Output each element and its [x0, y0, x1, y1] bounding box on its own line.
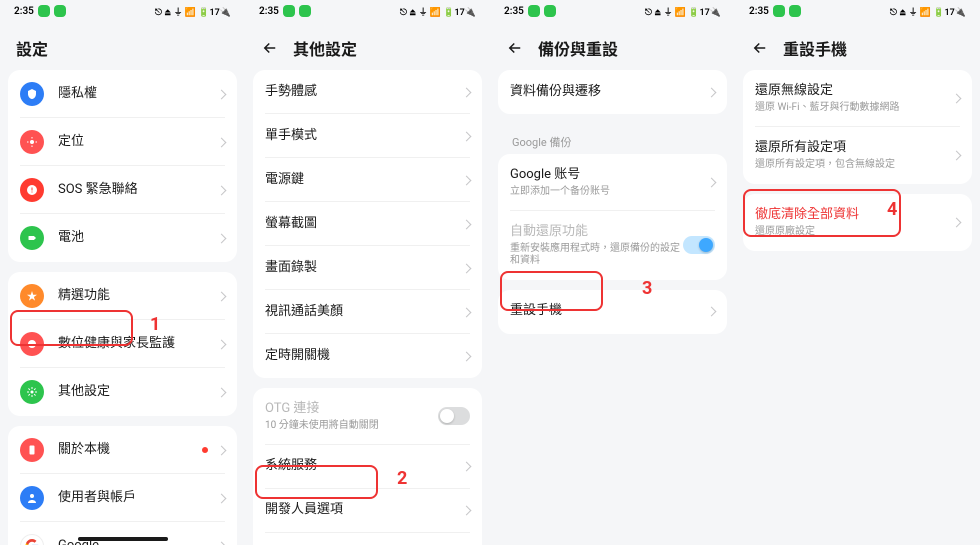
row-erase-all[interactable]: 徹底清除全部資料還原原廠設定	[743, 194, 972, 251]
row-sos[interactable]: SOS 緊急聯絡	[8, 166, 237, 214]
back-button[interactable]	[506, 39, 524, 57]
gear-icon	[20, 380, 44, 404]
row-backup-reset[interactable]: 備份與重設	[253, 533, 482, 545]
location-icon	[20, 130, 44, 154]
back-button[interactable]	[261, 39, 279, 57]
row-reset-wireless[interactable]: 還原無線設定還原 Wi-Fi、藍牙與行動數據網路	[743, 70, 972, 127]
page-title: 設定	[16, 36, 48, 60]
page-title: 其他設定	[293, 36, 357, 60]
google-icon	[20, 534, 44, 545]
row-battery[interactable]: 電池	[8, 214, 237, 262]
battery-icon	[20, 226, 44, 250]
star-icon	[20, 284, 44, 308]
row-screenrec[interactable]: 畫面錄製	[253, 246, 482, 290]
privacy-icon	[20, 82, 44, 106]
row-powerkey[interactable]: 電源鍵	[253, 158, 482, 202]
row-google-account[interactable]: Google 账号立即添加一个备份账号	[498, 154, 727, 211]
row-other-settings[interactable]: 其他設定	[8, 368, 237, 416]
row-screenshot[interactable]: 螢幕截圖	[253, 202, 482, 246]
row-otg[interactable]: OTG 連接10 分鐘未使用將自動關閉	[253, 388, 482, 445]
home-indicator[interactable]	[78, 537, 168, 541]
status-bar: 2:35 ⎋ ⏏ ⏚ 📶 🔋17🔌	[0, 0, 245, 22]
row-reset-all[interactable]: 還原所有設定項還原所有設定項，包含無線設定	[743, 127, 972, 184]
row-videobeauty[interactable]: 視訊通話美顏	[253, 290, 482, 334]
back-button[interactable]	[751, 39, 769, 57]
row-about[interactable]: 關於本機	[8, 426, 237, 474]
auto-restore-toggle[interactable]	[683, 236, 715, 254]
row-devoptions[interactable]: 開發人員選項	[253, 489, 482, 533]
phone-backup-reset: 2:35⎋ ⏏ ⏚ 📶 🔋17🔌 備份與重設 資料備份與遷移 Google 備份…	[490, 0, 735, 545]
user-icon	[20, 486, 44, 510]
row-gestures[interactable]: 手勢體感	[253, 70, 482, 114]
sos-icon	[20, 178, 44, 202]
row-schedpower[interactable]: 定時開關機	[253, 334, 482, 378]
row-featured[interactable]: 精選功能	[8, 272, 237, 320]
row-location[interactable]: 定位	[8, 118, 237, 166]
row-wellbeing[interactable]: 數位健康與家長監護	[8, 320, 237, 368]
page-title: 重設手機	[783, 36, 847, 60]
row-google[interactable]: Google	[8, 522, 237, 545]
row-auto-restore: 自動還原功能重新安裝應用程式時，還原備份的設定和資料	[498, 211, 727, 280]
phone-icon	[20, 438, 44, 462]
google-section-label: Google 備份	[498, 124, 727, 154]
row-sysservice[interactable]: 系統服務	[253, 445, 482, 489]
wellbeing-icon	[20, 332, 44, 356]
row-reset-phone[interactable]: 重設手機	[498, 290, 727, 334]
row-onehand[interactable]: 單手模式	[253, 114, 482, 158]
page-title: 備份與重設	[538, 36, 618, 60]
phone-reset: 2:35⎋ ⏏ ⏚ 📶 🔋17🔌 重設手機 還原無線設定還原 Wi-Fi、藍牙與…	[735, 0, 980, 545]
phone-settings-main: 2:35 ⎋ ⏏ ⏚ 📶 🔋17🔌 設定 隱私權 定位 SOS 緊急聯絡 電池 …	[0, 0, 245, 545]
otg-toggle[interactable]	[438, 407, 470, 425]
row-data-backup[interactable]: 資料備份與遷移	[498, 70, 727, 114]
phone-other-settings: 2:35⎋ ⏏ ⏚ 📶 🔋17🔌 其他設定 手勢體感 單手模式 電源鍵 螢幕截圖…	[245, 0, 490, 545]
header: 設定	[0, 22, 245, 70]
row-privacy[interactable]: 隱私權	[8, 70, 237, 118]
row-users[interactable]: 使用者與帳戶	[8, 474, 237, 522]
chevron-right-icon	[217, 89, 227, 99]
notification-dot	[202, 447, 208, 453]
